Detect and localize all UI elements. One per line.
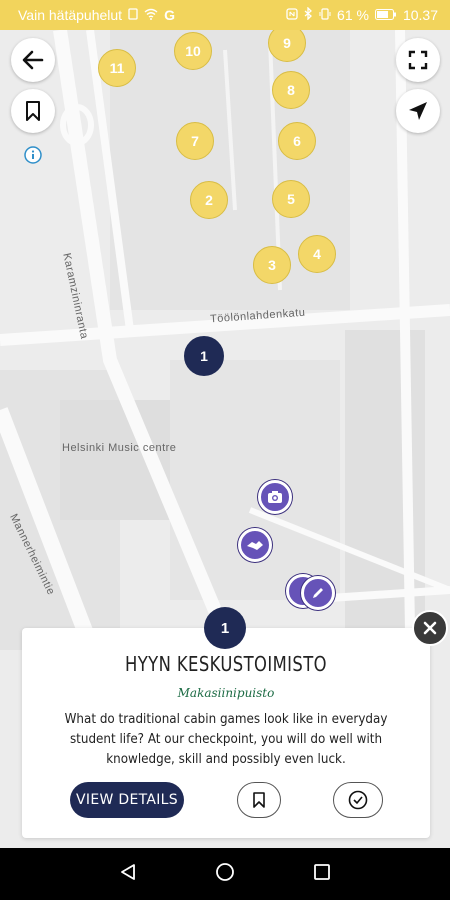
- camera-icon: [268, 491, 282, 503]
- checkpoint-card: HYYN KESKUSTOIMISTO Makasiinipuisto What…: [22, 628, 430, 838]
- back-button[interactable]: [11, 38, 55, 82]
- checkpoint-pin-8[interactable]: 8: [272, 71, 310, 109]
- info-icon: [24, 146, 42, 164]
- navigation-arrow-icon: [409, 102, 427, 120]
- square-recents-icon: [314, 864, 330, 880]
- back-arrow-icon: [22, 50, 44, 70]
- bookmark-checkpoint-button[interactable]: [237, 782, 281, 818]
- close-icon: [423, 621, 437, 635]
- nav-home-button[interactable]: [215, 862, 235, 886]
- pencil-activity-pin[interactable]: [301, 576, 335, 610]
- nav-back-button[interactable]: [119, 863, 137, 885]
- pencil-icon: [313, 588, 323, 598]
- status-bar: Vain hätäpuhelut G 61 % 10.37: [0, 0, 450, 30]
- carrier-text: Vain hätäpuhelut: [18, 7, 123, 23]
- checkpoint-pin-6[interactable]: 6: [278, 122, 316, 160]
- selected-checkpoint-pin[interactable]: 1: [184, 336, 224, 376]
- bluetooth-icon: [304, 6, 313, 23]
- vibrate-icon: [319, 7, 331, 23]
- handshake-icon: [247, 541, 263, 550]
- info-button[interactable]: [24, 146, 42, 164]
- checkpoint-location: Makasiinipuisto: [177, 686, 275, 700]
- sim-icon: [128, 7, 138, 23]
- checkpoint-pin-10[interactable]: 10: [174, 32, 212, 70]
- checkpoint-title: HYYN KESKUSTOIMISTO: [124, 652, 327, 676]
- wifi-icon: [144, 7, 158, 23]
- checkpoint-pin-7[interactable]: 7: [176, 122, 214, 160]
- checkpoint-pin-2[interactable]: 2: [190, 181, 228, 219]
- bookmark-icon: [26, 101, 40, 121]
- nav-recents-button[interactable]: [313, 863, 331, 885]
- nfc-icon: [286, 7, 298, 23]
- checkpoint-pin-4[interactable]: 4: [298, 235, 336, 273]
- network-type: G: [164, 7, 175, 23]
- checkpoint-pin-5[interactable]: 5: [272, 180, 310, 218]
- system-navigation-bar: [0, 848, 450, 900]
- mark-visited-button[interactable]: [333, 782, 383, 818]
- close-card-button[interactable]: [412, 610, 448, 646]
- triangle-back-icon: [121, 864, 135, 880]
- handshake-activity-pin[interactable]: [238, 528, 272, 562]
- bookmark-icon: [253, 792, 265, 808]
- checkpoint-pin-3[interactable]: 3: [253, 246, 291, 284]
- fullscreen-button[interactable]: [396, 38, 440, 82]
- street-label-music-centre: Helsinki Music centre: [62, 442, 177, 454]
- circle-home-icon: [216, 863, 234, 881]
- bookmark-map-button[interactable]: [11, 89, 55, 133]
- checkpoint-pin-11[interactable]: 11: [98, 49, 136, 87]
- check-circle-icon: [348, 790, 368, 810]
- camera-activity-pin[interactable]: [258, 480, 292, 514]
- clock: 10.37: [402, 7, 438, 23]
- fullscreen-icon: [408, 50, 428, 70]
- battery-percent: 61 %: [337, 7, 369, 23]
- view-details-button[interactable]: VIEW DETAILS: [70, 782, 184, 818]
- locate-button[interactable]: [396, 89, 440, 133]
- card-checkpoint-pin: 1: [204, 607, 246, 649]
- battery-icon: [374, 7, 397, 23]
- checkpoint-description: What do traditional cabin games look lik…: [64, 712, 388, 767]
